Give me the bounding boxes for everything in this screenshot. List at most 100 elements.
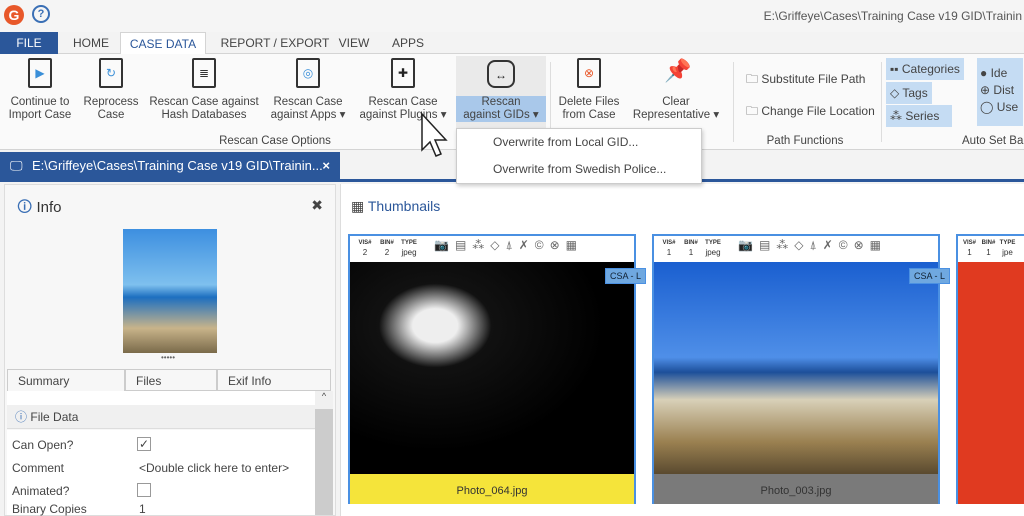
rescan-gids-button[interactable]: ↔ Rescan against GIDs ▾ — [456, 56, 546, 128]
globe-icon: ⊕ — [980, 83, 991, 97]
substitute-file-path-button[interactable]: 🗀 Substitute File Path — [746, 70, 865, 91]
change-file-location-button[interactable]: 🗀 Change File Location — [746, 102, 875, 123]
tab-summary[interactable]: Summary — [7, 369, 125, 391]
scroll-up-icon[interactable]: ^ — [315, 391, 333, 409]
info-header: 🛈 Info — [17, 199, 62, 216]
tag-icon: ◇ — [890, 86, 900, 100]
rescan-hash-button[interactable]: ≣ Rescan Case against Hash Databases — [148, 58, 260, 122]
overwrite-local-gid-item[interactable]: Overwrite from Local GID... — [457, 129, 701, 156]
puzzle-file-icon: ✚ — [391, 58, 415, 88]
document-tab[interactable]: 🖵 E:\Griffeye\Cases\Training Case v19 GID… — [0, 152, 340, 179]
bin-count: 2 — [384, 248, 390, 257]
vis-count: 1 — [666, 248, 672, 257]
delete-files-button[interactable]: ⊗ Delete Files from Case — [556, 58, 622, 122]
gid-hexagon-icon: ↔ — [487, 60, 515, 88]
series-icon: ⁂ — [890, 109, 902, 123]
scrollbar[interactable]: ^ — [315, 391, 333, 515]
col-label: VIS# — [962, 240, 976, 246]
prop-label: Comment — [12, 461, 65, 475]
animated-checkbox[interactable] — [137, 483, 151, 497]
divider — [881, 62, 882, 142]
file-type: jpeg — [401, 248, 417, 257]
tags-button[interactable]: ◇ Tags — [886, 82, 932, 104]
tools-icon[interactable]: ✖ — [311, 197, 323, 214]
clear-representative-button[interactable]: 📌 Clear Representative ▾ — [626, 58, 726, 122]
rescan-gids-dropdown: Overwrite from Local GID... Overwrite fr… — [456, 128, 702, 184]
tab-report-export[interactable]: REPORT / EXPORT — [212, 32, 338, 54]
fingerprint-bag-icon: ◎ — [296, 58, 320, 88]
thumbnail-toolbar: VIS# 1 BIN# 1 TYPE jpe — [958, 236, 1024, 262]
refresh-file-icon: ↻ — [99, 58, 123, 88]
pin-remove-icon: 📌 — [664, 58, 692, 83]
griffeye-logo[interactable]: G — [4, 5, 24, 25]
mouse-cursor — [421, 112, 448, 157]
tab-exif-info[interactable]: Exif Info — [217, 369, 331, 391]
database-file-icon: ≣ — [192, 58, 216, 88]
ribbon-tabs: FILE HOME CASE DATA REPORT / EXPORT VIEW… — [0, 32, 1024, 55]
thumbnail-caption — [958, 474, 1024, 504]
folder-icon: 🗀 — [746, 104, 759, 118]
delete-file-icon: ⊗ — [577, 58, 601, 88]
vis-count: 1 — [967, 248, 972, 257]
vis-count: 2 — [362, 248, 368, 257]
resize-handle[interactable]: ••••• — [161, 353, 175, 362]
category-badge: CSA - L — [604, 268, 646, 284]
thumbnail-caption: Photo_064.jpg — [350, 474, 634, 504]
series-button[interactable]: ⁂ Series — [886, 105, 952, 127]
close-icon[interactable]: × — [322, 152, 330, 179]
prop-label: Can Open? — [12, 438, 74, 452]
col-label: TYPE — [401, 240, 417, 246]
group-label-rescan: Rescan Case Options — [219, 135, 331, 147]
thumbnail-image — [958, 262, 1024, 474]
thumbnails-header: ▦ Thumbnails — [351, 198, 441, 214]
title-bar: G ? E:\Griffeye\Cases\Training Case v19 … — [0, 0, 1024, 32]
rescan-apps-button[interactable]: ◎ Rescan Case against Apps ▾ — [266, 58, 350, 122]
thumbnail-image: CSA - L — [350, 262, 646, 474]
speech-bubble-icon: ◯ — [980, 100, 994, 114]
person-icon: ● — [980, 66, 988, 80]
file-type: jpeg — [705, 248, 721, 257]
tab-file[interactable]: FILE — [0, 32, 58, 54]
col-label: VIS# — [358, 240, 372, 246]
thumbnail-status-icons: 📷▤⁂◇⍋✗©⊗▦ — [434, 238, 583, 252]
comment-field[interactable]: <Double click here to enter> — [139, 461, 289, 475]
can-open-checkbox[interactable]: ✓ — [137, 437, 151, 451]
categories-button[interactable]: ▪▪ Categories — [886, 58, 964, 80]
bin-count: 1 — [688, 248, 694, 257]
tab-home[interactable]: HOME — [70, 32, 112, 54]
info-file-icon: 🛈 — [17, 199, 33, 216]
col-label: BIN# — [981, 240, 996, 246]
overwrite-swedish-police-item[interactable]: Overwrite from Swedish Police... — [457, 156, 701, 183]
col-label: BIN# — [380, 240, 394, 246]
file-type: jpe — [1002, 248, 1013, 257]
bin-count: 1 — [986, 248, 991, 257]
folder-icon: 🗀 — [746, 72, 759, 86]
thumbnail-caption: Photo_003.jpg — [654, 474, 938, 504]
tab-case-data[interactable]: CASE DATA — [120, 32, 206, 55]
user-button[interactable]: ◯ Use — [980, 96, 1020, 119]
divider — [733, 62, 734, 142]
continue-import-button[interactable]: ▶ Continue to Import Case — [6, 58, 74, 122]
thumbnail-card[interactable]: VIS# 1 BIN# 1 TYPE jpe — [956, 234, 1024, 504]
monitor-icon: 🖵 — [10, 158, 23, 173]
thumbnail-image: CSA - L — [654, 262, 950, 474]
prop-label: Binary Copies — [12, 502, 87, 516]
properties-grid: Can Open? ✓ Comment <Double click here to … — [7, 430, 315, 516]
section-file-data[interactable]: ⓘ File Data — [7, 405, 315, 429]
tab-apps[interactable]: APPS — [388, 32, 428, 54]
preview-image — [123, 229, 217, 353]
thumbnail-card[interactable]: VIS# 2 BIN# 2 TYPE jpeg 📷▤⁂◇⍋✗©⊗▦ CSA - L Phot… — [348, 234, 646, 504]
info-panel: 🛈 Info ✖ ••••• Summary Files Exif Info ^… — [4, 184, 336, 516]
thumbnail-card[interactable]: VIS# 1 BIN# 1 TYPE jpeg 📷▤⁂◇⍋✗©⊗▦ CSA - L Phot… — [652, 234, 950, 504]
prop-value: 1 — [139, 502, 146, 516]
group-label-path: Path Functions — [766, 135, 844, 147]
tab-view[interactable]: VIEW — [336, 32, 372, 54]
help-icon[interactable]: ? — [32, 5, 50, 23]
tab-files[interactable]: Files — [125, 369, 217, 391]
thumbnail-toolbar: VIS# 2 BIN# 2 TYPE jpeg 📷▤⁂◇⍋✗©⊗▦ — [350, 236, 634, 262]
play-file-icon: ▶ — [28, 58, 52, 88]
reprocess-button[interactable]: ↻ Reprocess Case — [80, 58, 142, 122]
col-label: BIN# — [684, 240, 698, 246]
grid-icon: ▦ — [351, 198, 365, 214]
identify-group[interactable]: ● Ide ⊕ Dist ◯ Use — [977, 58, 1023, 126]
